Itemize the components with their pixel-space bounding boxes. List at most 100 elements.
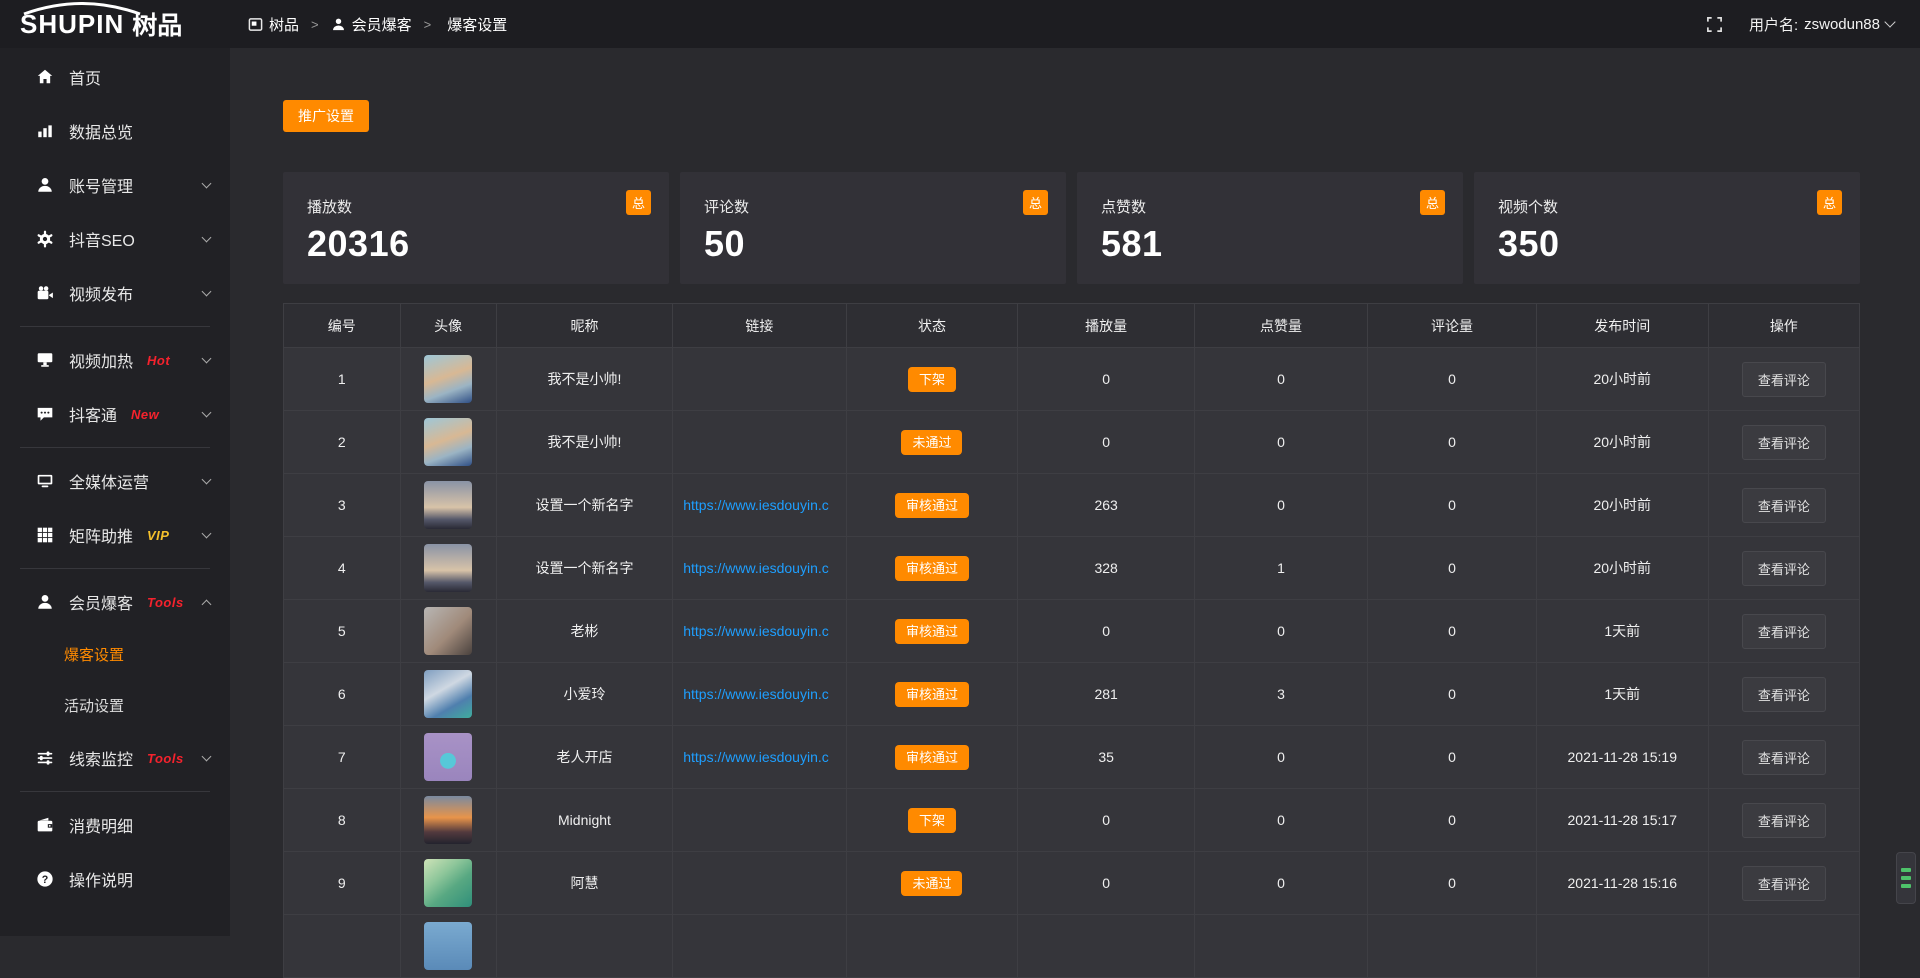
chevron-down-icon — [202, 474, 212, 484]
plays-count — [1018, 915, 1195, 978]
table-row: 9 阿慧 未通过 0 0 0 2021-11-28 15:16 查看评论 — [284, 852, 1860, 915]
sliders-icon — [36, 749, 54, 767]
avatar — [424, 796, 472, 844]
user-icon — [36, 176, 54, 194]
app-logo[interactable]: SHUPIN 树品 — [0, 0, 230, 48]
sidebar-item-member-baoke[interactable]: 会员爆客 Tools — [0, 575, 230, 629]
video-link[interactable]: https://www.iesdouyin.c — [673, 686, 845, 702]
status-badge: 下架 — [908, 367, 956, 392]
comments-count: 0 — [1368, 411, 1537, 474]
svg-text:?: ? — [42, 874, 49, 886]
sidebar-item-video-publish[interactable]: 视频发布 — [0, 266, 230, 320]
breadcrumb-separator: > — [311, 17, 319, 32]
likes-count: 3 — [1194, 663, 1367, 726]
chevron-down-icon — [202, 232, 212, 242]
chevron-down-icon — [202, 751, 212, 761]
sidebar: 首页 数据总览 账号管理 抖音SEO 视频发布 视频加热 Hot 抖客通 New… — [0, 48, 230, 936]
breadcrumb-current: 爆客设置 — [443, 14, 507, 35]
sidebar-item-doketong[interactable]: 抖客通 New — [0, 387, 230, 441]
status-badge: 审核通过 — [895, 556, 969, 581]
publish-time: 2021-11-28 15:16 — [1536, 852, 1708, 915]
topbar: SHUPIN 树品 树品 > 会员爆客 > 爆客设置 用户名: zswodun8… — [0, 0, 1920, 48]
sidebar-divider — [20, 568, 210, 569]
vip-badge: VIP — [147, 528, 169, 543]
table-header-cell: 状态 — [846, 304, 1018, 348]
breadcrumb-separator: > — [424, 17, 432, 32]
view-comments-button[interactable]: 查看评论 — [1742, 677, 1826, 712]
question-circle-icon: ? — [36, 870, 54, 888]
breadcrumb-section[interactable]: 会员爆客 — [331, 14, 412, 35]
sidebar-item-data-overview[interactable]: 数据总览 — [0, 104, 230, 158]
sidebar-subitem-baoke-settings[interactable]: 爆客设置 — [0, 629, 230, 680]
comments-count: 0 — [1368, 348, 1537, 411]
new-badge: New — [131, 407, 159, 422]
nickname: 我不是小帅! — [496, 348, 673, 411]
sidebar-item-matrix-boost[interactable]: 矩阵助推 VIP — [0, 508, 230, 562]
video-link[interactable]: https://www.iesdouyin.c — [673, 560, 845, 576]
view-comments-button[interactable]: 查看评论 — [1742, 803, 1826, 838]
chevron-down-icon — [202, 407, 212, 417]
comments-count: 0 — [1368, 726, 1537, 789]
sidebar-item-media-ops[interactable]: 全媒体运营 — [0, 454, 230, 508]
comments-count: 0 — [1368, 537, 1537, 600]
publish-time: 20小时前 — [1536, 537, 1708, 600]
fullscreen-icon[interactable] — [1706, 16, 1723, 33]
nickname: Midnight — [496, 789, 673, 852]
nickname: 我不是小帅! — [496, 411, 673, 474]
sidebar-item-instructions[interactable]: ? 操作说明 — [0, 852, 230, 906]
nickname: 设置一个新名字 — [496, 537, 673, 600]
view-comments-button[interactable]: 查看评论 — [1742, 740, 1826, 775]
stat-label: 视频个数 — [1498, 196, 1836, 217]
table-row: 3 设置一个新名字 https://www.iesdouyin.c 审核通过 2… — [284, 474, 1860, 537]
view-comments-button[interactable]: 查看评论 — [1742, 425, 1826, 460]
view-comments-button[interactable]: 查看评论 — [1742, 614, 1826, 649]
sidebar-divider — [20, 791, 210, 792]
status-badge: 审核通过 — [895, 493, 969, 518]
total-badge: 总 — [1023, 190, 1048, 215]
status-badge: 审核通过 — [895, 682, 969, 707]
video-link[interactable]: https://www.iesdouyin.c — [673, 623, 845, 639]
nickname: 阿慧 — [496, 852, 673, 915]
user-area: 用户名: zswodun88 — [1706, 14, 1920, 35]
wallet-icon — [36, 816, 54, 834]
video-link[interactable]: https://www.iesdouyin.c — [673, 749, 845, 765]
stat-value: 20316 — [307, 223, 645, 265]
table-header-row: 编号头像昵称链接状态播放量点赞量评论量发布时间操作 — [284, 304, 1860, 348]
sidebar-item-clue-monitor[interactable]: 线索监控 Tools — [0, 731, 230, 785]
table-row: 8 Midnight 下架 0 0 0 2021-11-28 15:17 查看评… — [284, 789, 1860, 852]
table-row: 1 我不是小帅! 下架 0 0 0 20小时前 查看评论 — [284, 348, 1860, 411]
row-number: 9 — [284, 852, 401, 915]
sidebar-subitem-activity-settings[interactable]: 活动设置 — [0, 680, 230, 731]
sidebar-item-spending-detail[interactable]: 消费明细 — [0, 798, 230, 852]
promo-settings-button[interactable]: 推广设置 — [283, 100, 369, 132]
user-menu[interactable]: 用户名: zswodun88 — [1749, 14, 1894, 35]
total-badge: 总 — [1420, 190, 1445, 215]
likes-count: 1 — [1194, 537, 1367, 600]
chevron-up-icon — [202, 599, 212, 609]
grid-icon — [36, 526, 54, 544]
sidebar-item-home[interactable]: 首页 — [0, 50, 230, 104]
likes-count: 0 — [1194, 411, 1367, 474]
table-header-cell: 播放量 — [1018, 304, 1195, 348]
likes-count: 0 — [1194, 474, 1367, 537]
status-badge: 审核通过 — [895, 619, 969, 644]
stat-label: 点赞数 — [1101, 196, 1439, 217]
row-number: 8 — [284, 789, 401, 852]
avatar — [424, 418, 472, 466]
view-comments-button[interactable]: 查看评论 — [1742, 551, 1826, 586]
gear-icon — [36, 230, 54, 248]
sidebar-item-video-heat[interactable]: 视频加热 Hot — [0, 333, 230, 387]
view-comments-button[interactable]: 查看评论 — [1742, 488, 1826, 523]
video-link[interactable]: https://www.iesdouyin.c — [673, 497, 845, 513]
sidebar-item-account[interactable]: 账号管理 — [0, 158, 230, 212]
likes-count: 0 — [1194, 600, 1367, 663]
nickname: 小爱玲 — [496, 663, 673, 726]
floating-widget[interactable] — [1896, 852, 1916, 904]
stat-card-likes: 点赞数 581 总 — [1077, 172, 1463, 284]
sidebar-item-douyin-seo[interactable]: 抖音SEO — [0, 212, 230, 266]
stats-row: 播放数 20316 总 评论数 50 总 点赞数 581 总 视频个数 350 … — [283, 172, 1860, 284]
view-comments-button[interactable]: 查看评论 — [1742, 362, 1826, 397]
videos-table: 编号头像昵称链接状态播放量点赞量评论量发布时间操作 1 我不是小帅! 下架 0 … — [283, 303, 1860, 978]
breadcrumb-home[interactable]: 树品 — [248, 14, 299, 35]
view-comments-button[interactable]: 查看评论 — [1742, 866, 1826, 901]
